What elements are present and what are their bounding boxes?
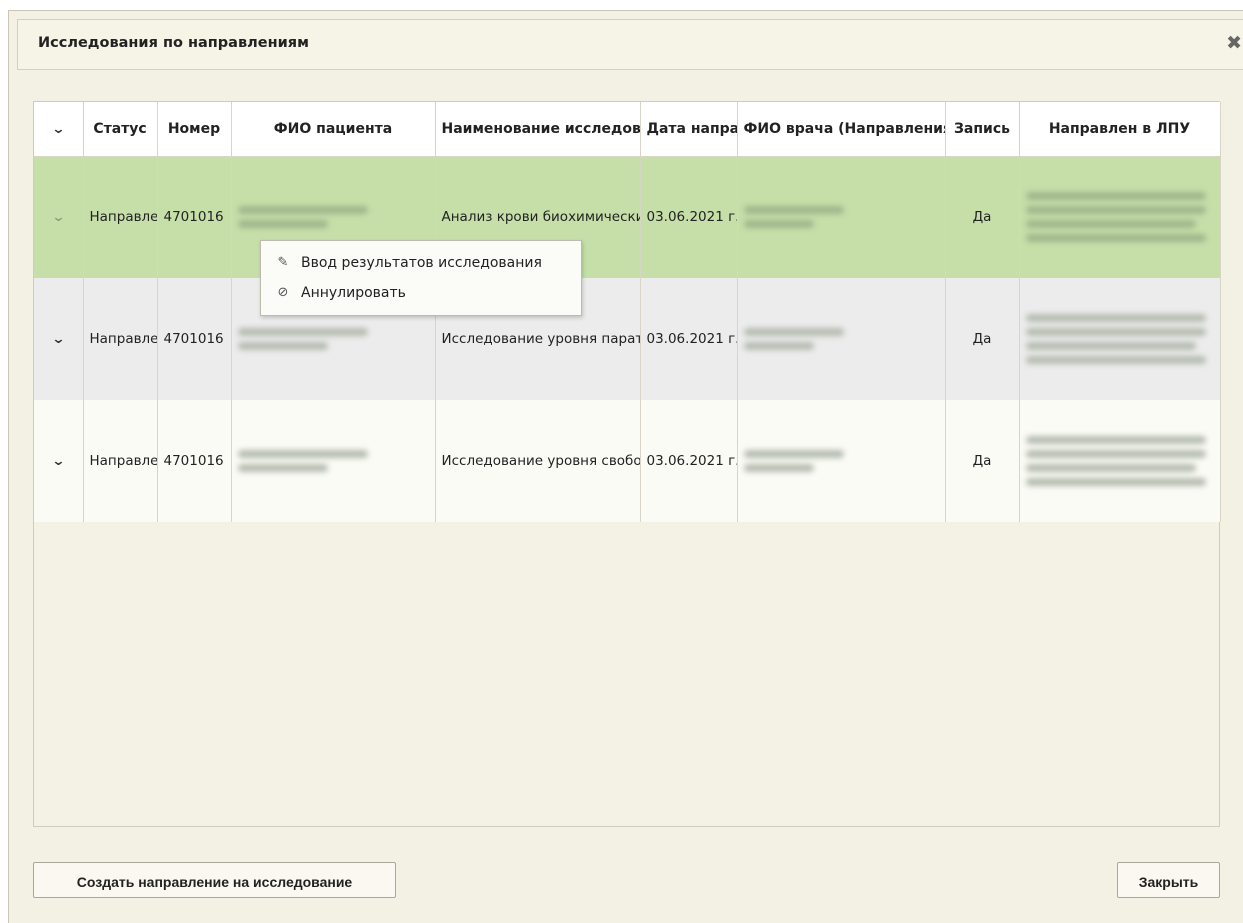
row-context-menu: ✎ Ввод результатов исследования ⊘ Аннули… — [260, 240, 582, 316]
column-header-record[interactable]: Запись — [945, 102, 1020, 157]
lpu-cell — [1019, 400, 1221, 522]
number-cell: 4701016 — [157, 278, 232, 400]
number-cell: 4701016 — [157, 400, 232, 522]
record-cell: Да — [945, 156, 1020, 278]
studies-grid: ⌄ Статус Номер ФИО пациента Наименование… — [33, 101, 1221, 827]
column-header-study[interactable]: Наименование исследования — [435, 102, 641, 157]
doctor-cell — [737, 400, 946, 522]
pencil-icon: ✎ — [277, 255, 289, 270]
number-cell: 4701016 — [157, 156, 232, 278]
column-header-doctor[interactable]: ФИО врача (Направления) — [737, 102, 946, 157]
patient-cell — [231, 400, 436, 522]
status-cell: Направлено — [83, 156, 158, 278]
menu-item-enter-results[interactable]: ✎ Ввод результатов исследования — [261, 249, 581, 277]
cancel-circle-icon: ⊘ — [277, 285, 289, 300]
chevron-down-icon[interactable]: ⌄ — [51, 332, 65, 347]
dialog-title: Исследования по направлениям — [38, 35, 309, 51]
record-cell: Да — [945, 278, 1020, 400]
chevron-down-icon[interactable]: ⌄ — [51, 122, 65, 137]
column-header-date[interactable]: Дата направления — [640, 102, 738, 157]
menu-item-annul[interactable]: ⊘ Аннулировать — [261, 279, 581, 307]
doctor-cell — [737, 278, 946, 400]
close-icon[interactable]: ✖ — [1226, 32, 1242, 54]
column-header-expand[interactable]: ⌄ — [34, 102, 84, 157]
lpu-cell — [1019, 156, 1221, 278]
table-row[interactable]: ⌄ Направлено 4701016 Исследование уровня… — [34, 278, 1221, 400]
date-cell: 03.06.2021 г. — [640, 278, 738, 400]
dialog-titlebar: Исследования по направлениям ✖ — [17, 19, 1243, 70]
lpu-cell — [1019, 278, 1221, 400]
column-header-lpu[interactable]: Направлен в ЛПУ — [1019, 102, 1221, 157]
studies-dialog: Исследования по направлениям ✖ ⌄ Статус … — [8, 10, 1243, 923]
studies-table: ⌄ Статус Номер ФИО пациента Наименование… — [34, 102, 1221, 522]
status-cell: Направлено — [83, 278, 158, 400]
table-header-row: ⌄ Статус Номер ФИО пациента Наименование… — [34, 102, 1221, 157]
column-header-patient[interactable]: ФИО пациента — [231, 102, 436, 157]
table-row[interactable]: ⌄ Направлено 4701016 Исследование уровня… — [34, 400, 1221, 522]
chevron-down-icon[interactable]: ⌄ — [51, 454, 65, 469]
row-expand-cell[interactable]: ⌄ — [34, 156, 84, 278]
date-cell: 03.06.2021 г. — [640, 400, 738, 522]
create-referral-button[interactable]: Создать направление на исследование — [33, 862, 396, 898]
close-button[interactable]: Закрыть — [1117, 862, 1220, 898]
doctor-cell — [737, 156, 946, 278]
chevron-down-icon[interactable]: ⌄ — [51, 210, 65, 225]
row-expand-cell[interactable]: ⌄ — [34, 278, 84, 400]
date-cell: 03.06.2021 г. — [640, 156, 738, 278]
status-cell: Направлено — [83, 400, 158, 522]
column-header-status[interactable]: Статус — [83, 102, 158, 157]
menu-item-label: Аннулировать — [301, 285, 406, 301]
row-expand-cell[interactable]: ⌄ — [34, 400, 84, 522]
table-row[interactable]: ⌄ Направлено 4701016 Анализ крови биохим… — [34, 156, 1221, 278]
study-cell: Исследование уровня свободного и связанн… — [435, 400, 641, 522]
column-header-number[interactable]: Номер — [157, 102, 232, 157]
record-cell: Да — [945, 400, 1020, 522]
menu-item-label: Ввод результатов исследования — [301, 255, 542, 271]
